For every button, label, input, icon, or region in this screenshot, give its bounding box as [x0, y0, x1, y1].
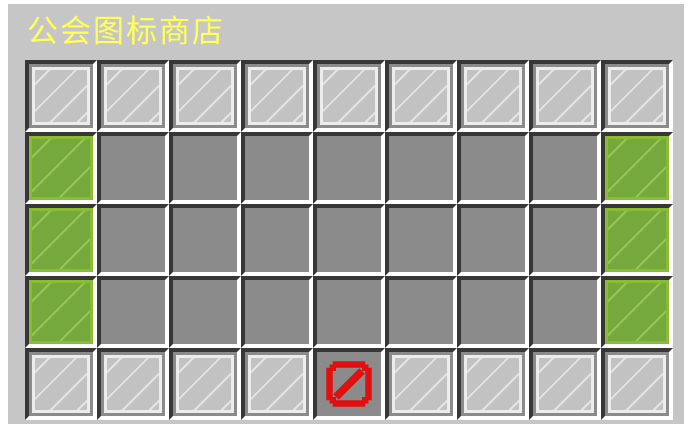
inventory-slot-r4-c2[interactable]	[97, 276, 169, 348]
inventory-slot-r2-c1[interactable]	[25, 132, 97, 204]
lime-glass-pane-icon	[29, 208, 93, 272]
inventory-slot-r2-c7[interactable]	[457, 132, 529, 204]
gray-glass-pane-icon	[536, 67, 594, 125]
gray-glass-pane-icon	[464, 355, 522, 413]
gray-glass-pane-icon	[392, 67, 450, 125]
inventory-slot-r4-c6[interactable]	[385, 276, 457, 348]
gray-glass-pane-icon	[608, 67, 666, 125]
gray-glass-pane-icon	[464, 67, 522, 125]
inventory-slot-r2-c4[interactable]	[241, 132, 313, 204]
gray-glass-pane-icon	[32, 67, 90, 125]
window-title: 公会图标商店	[27, 14, 225, 50]
inventory-slot-r4-c7[interactable]	[457, 276, 529, 348]
inventory-slot-r1-c3[interactable]	[169, 60, 241, 132]
inventory-slot-r5-c4[interactable]	[241, 348, 313, 420]
inventory-slot-r2-c9[interactable]	[601, 132, 673, 204]
lime-glass-pane-icon	[605, 280, 669, 344]
inventory-slot-r3-c1[interactable]	[25, 204, 97, 276]
inventory-slot-r2-c8[interactable]	[529, 132, 601, 204]
lime-glass-pane-icon	[29, 280, 93, 344]
inventory-slot-r3-c7[interactable]	[457, 204, 529, 276]
gray-glass-pane-icon	[248, 67, 306, 125]
gray-glass-pane-icon	[104, 355, 162, 413]
inventory-slot-r2-c3[interactable]	[169, 132, 241, 204]
inventory-slot-r1-c5[interactable]	[313, 60, 385, 132]
guild-icon-shop-window: 公会图标商店	[8, 4, 684, 424]
inventory-slot-r4-c4[interactable]	[241, 276, 313, 348]
inventory-slot-r5-c2[interactable]	[97, 348, 169, 420]
inventory-slot-r4-c9[interactable]	[601, 276, 673, 348]
inventory-grid	[25, 60, 673, 420]
inventory-slot-r1-c9[interactable]	[601, 60, 673, 132]
inventory-slot-r4-c8[interactable]	[529, 276, 601, 348]
inventory-slot-r1-c2[interactable]	[97, 60, 169, 132]
inventory-slot-r3-c9[interactable]	[601, 204, 673, 276]
gray-glass-pane-icon	[536, 355, 594, 413]
gray-glass-pane-icon	[392, 355, 450, 413]
inventory-slot-r3-c4[interactable]	[241, 204, 313, 276]
gray-glass-pane-icon	[176, 67, 234, 125]
inventory-slot-r1-c7[interactable]	[457, 60, 529, 132]
inventory-slot-r5-c7[interactable]	[457, 348, 529, 420]
inventory-slot-r4-c5[interactable]	[313, 276, 385, 348]
inventory-slot-r5-c8[interactable]	[529, 348, 601, 420]
inventory-slot-r1-c1[interactable]	[25, 60, 97, 132]
inventory-slot-r4-c3[interactable]	[169, 276, 241, 348]
inventory-slot-r5-c3[interactable]	[169, 348, 241, 420]
inventory-slot-r1-c6[interactable]	[385, 60, 457, 132]
gray-glass-pane-icon	[176, 355, 234, 413]
gray-glass-pane-icon	[32, 355, 90, 413]
barrier-icon	[326, 361, 372, 407]
inventory-slot-r1-c4[interactable]	[241, 60, 313, 132]
gray-glass-pane-icon	[608, 355, 666, 413]
lime-glass-pane-icon	[605, 208, 669, 272]
inventory-slot-r2-c6[interactable]	[385, 132, 457, 204]
gray-glass-pane-icon	[248, 355, 306, 413]
inventory-slot-r5-c6[interactable]	[385, 348, 457, 420]
inventory-slot-r3-c5[interactable]	[313, 204, 385, 276]
inventory-slot-r3-c8[interactable]	[529, 204, 601, 276]
inventory-slot-r3-c6[interactable]	[385, 204, 457, 276]
inventory-slot-r5-c1[interactable]	[25, 348, 97, 420]
gray-glass-pane-icon	[320, 67, 378, 125]
inventory-slot-r5-c5[interactable]	[313, 348, 385, 420]
lime-glass-pane-icon	[29, 136, 93, 200]
inventory-slot-r3-c2[interactable]	[97, 204, 169, 276]
gray-glass-pane-icon	[104, 67, 162, 125]
inventory-slot-r2-c5[interactable]	[313, 132, 385, 204]
inventory-slot-r1-c8[interactable]	[529, 60, 601, 132]
inventory-slot-r4-c1[interactable]	[25, 276, 97, 348]
inventory-slot-r3-c3[interactable]	[169, 204, 241, 276]
inventory-slot-r2-c2[interactable]	[97, 132, 169, 204]
lime-glass-pane-icon	[605, 136, 669, 200]
inventory-slot-r5-c9[interactable]	[601, 348, 673, 420]
